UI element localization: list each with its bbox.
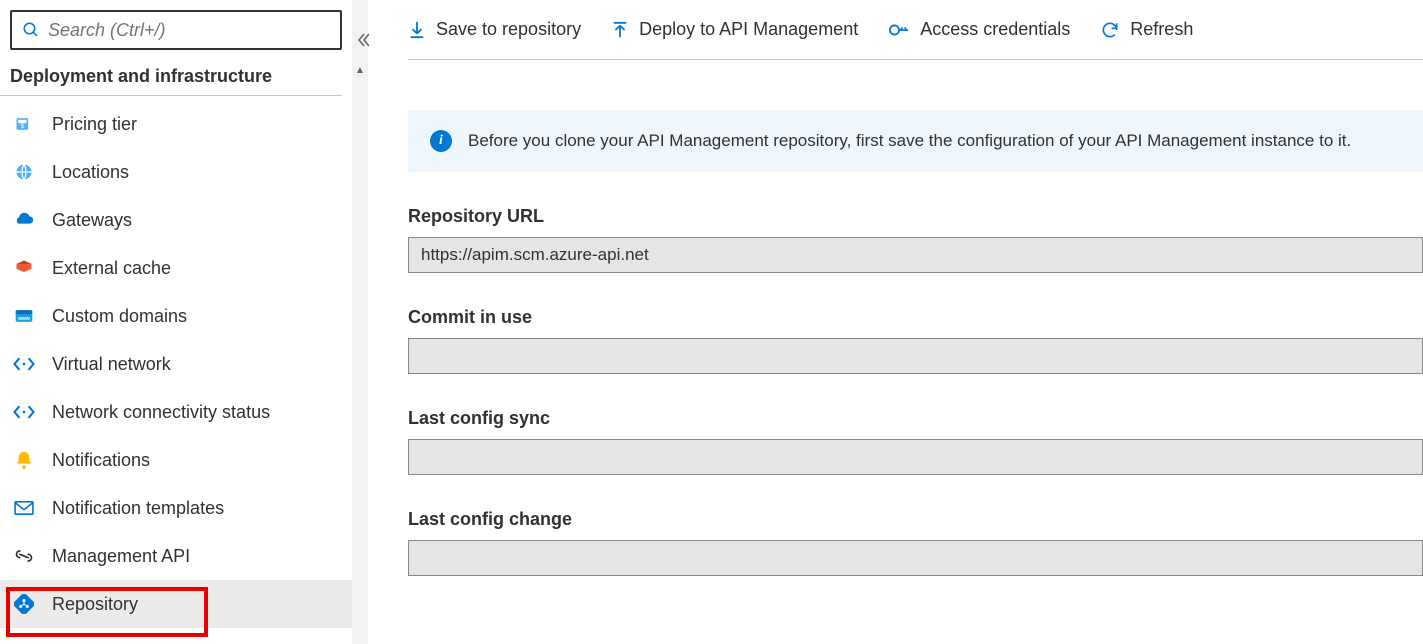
- toolbar-label: Save to repository: [436, 19, 581, 40]
- sidebar-item-label: Pricing tier: [52, 114, 137, 135]
- deploy-button[interactable]: Deploy to API Management: [611, 19, 858, 40]
- toolbar-label: Deploy to API Management: [639, 19, 858, 40]
- last-config-sync-field[interactable]: [408, 439, 1423, 475]
- sidebar-item-notification-templates[interactable]: Notification templates: [0, 484, 352, 532]
- cloud-icon: [12, 208, 36, 232]
- sidebar-item-management-api[interactable]: Management API: [0, 532, 352, 580]
- key-icon: [888, 20, 910, 40]
- info-banner-text: Before you clone your API Management rep…: [468, 131, 1351, 151]
- tag-icon: $: [12, 112, 36, 136]
- sidebar-item-repository[interactable]: Repository: [0, 580, 352, 628]
- last-config-sync-label: Last config sync: [408, 408, 1423, 429]
- sidebar-item-network-connectivity[interactable]: Network connectivity status: [0, 388, 352, 436]
- svg-text:$: $: [20, 123, 24, 130]
- network-icon: [12, 352, 36, 376]
- sidebar-item-pricing-tier[interactable]: $ Pricing tier: [0, 100, 352, 148]
- domain-icon: www: [12, 304, 36, 328]
- sidebar-item-label: Locations: [52, 162, 129, 183]
- sidebar-item-gateways[interactable]: Gateways: [0, 196, 352, 244]
- sidebar-item-label: Management API: [52, 546, 190, 567]
- toolbar: Save to repository Deploy to API Managem…: [408, 0, 1423, 60]
- download-icon: [408, 20, 426, 40]
- cache-icon: [12, 256, 36, 280]
- toolbar-label: Refresh: [1130, 19, 1193, 40]
- sidebar-item-label: Repository: [52, 594, 138, 615]
- repository-url-value: https://apim.scm.azure-api.net: [421, 245, 649, 265]
- sidebar-item-locations[interactable]: Locations: [0, 148, 352, 196]
- scroll-up-arrow-icon: ▲: [355, 65, 365, 76]
- sidebar-item-label: Notifications: [52, 450, 150, 471]
- search-box[interactable]: [10, 10, 342, 50]
- main-content: Save to repository Deploy to API Managem…: [368, 0, 1423, 644]
- sidebar-item-label: Network connectivity status: [52, 402, 270, 423]
- repository-url-field[interactable]: https://apim.scm.azure-api.net: [408, 237, 1423, 273]
- scrollbar[interactable]: ▲: [352, 0, 368, 644]
- repository-url-label: Repository URL: [408, 206, 1423, 227]
- sidebar-item-custom-domains[interactable]: www Custom domains: [0, 292, 352, 340]
- sidebar-item-label: Custom domains: [52, 306, 187, 327]
- sidebar-item-label: External cache: [52, 258, 171, 279]
- search-input[interactable]: [48, 20, 330, 41]
- access-credentials-button[interactable]: Access credentials: [888, 19, 1070, 40]
- sidebar: Deployment and infrastructure $ Pricing …: [0, 0, 352, 644]
- sidebar-item-notifications[interactable]: Notifications: [0, 436, 352, 484]
- bell-icon: [12, 448, 36, 472]
- sidebar-menu: $ Pricing tier Locations Gateways Extern…: [0, 100, 352, 628]
- toolbar-label: Access credentials: [920, 19, 1070, 40]
- info-banner: i Before you clone your API Management r…: [408, 110, 1423, 172]
- mail-icon: [12, 496, 36, 520]
- svg-text:www: www: [17, 316, 30, 322]
- commit-in-use-field[interactable]: [408, 338, 1423, 374]
- last-config-change-label: Last config change: [408, 509, 1423, 530]
- sidebar-item-external-cache[interactable]: External cache: [0, 244, 352, 292]
- info-icon: i: [430, 130, 452, 152]
- globe-icon: [12, 160, 36, 184]
- connectivity-icon: [12, 400, 36, 424]
- save-to-repository-button[interactable]: Save to repository: [408, 19, 581, 40]
- refresh-button[interactable]: Refresh: [1100, 19, 1193, 40]
- sidebar-item-label: Virtual network: [52, 354, 171, 375]
- sidebar-item-virtual-network[interactable]: Virtual network: [0, 340, 352, 388]
- sidebar-item-label: Notification templates: [52, 498, 224, 519]
- api-icon: [12, 544, 36, 568]
- upload-icon: [611, 20, 629, 40]
- last-config-change-field[interactable]: [408, 540, 1423, 576]
- commit-in-use-label: Commit in use: [408, 307, 1423, 328]
- repository-icon: [12, 592, 36, 616]
- sidebar-item-label: Gateways: [52, 210, 132, 231]
- section-header: Deployment and infrastructure: [0, 60, 342, 96]
- refresh-icon: [1100, 20, 1120, 40]
- search-icon: [22, 21, 40, 39]
